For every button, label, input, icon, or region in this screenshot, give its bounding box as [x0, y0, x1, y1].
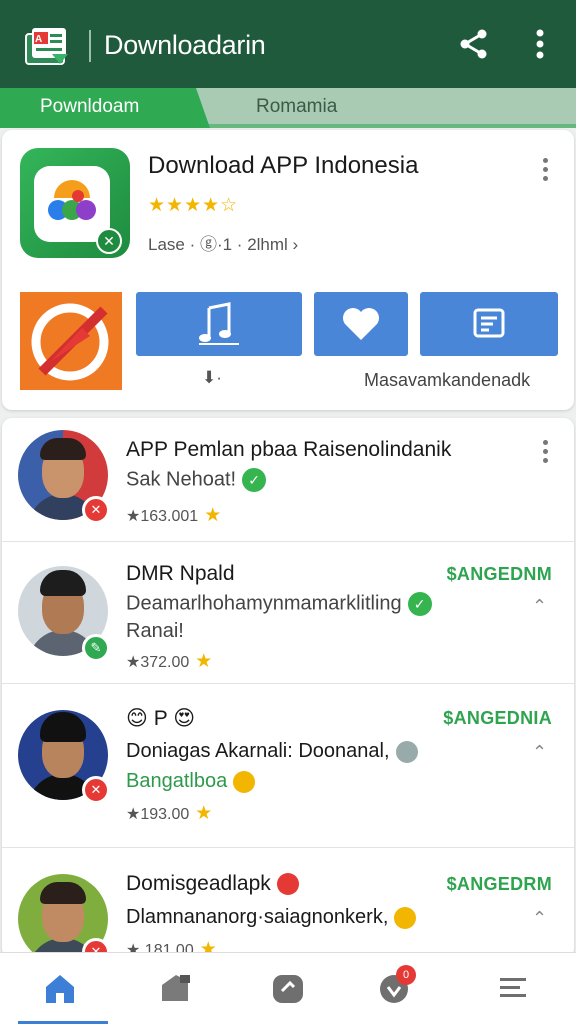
action-caption: Masavamkandenadk: [364, 370, 531, 390]
tab-downloads-label: Pownldoam: [40, 96, 140, 117]
featured-rating-stars: ★★★★☆: [148, 195, 239, 216]
list-item[interactable]: ✕ 😊 P 😍 $ANGEDNIA Doniagas Akarnali: Doo…: [2, 684, 574, 848]
app-bar: A Downloadarin: [0, 0, 576, 90]
apps-icon[interactable]: [158, 971, 198, 1007]
item-subtitle: Deamarlhohamynmamarklitling ✓: [126, 592, 432, 616]
badge-edit-icon: ✎: [82, 634, 110, 662]
playlist-icon: [473, 308, 505, 338]
item-price: $ANGEDRM: [446, 874, 552, 894]
item-title: Domisgeadlapk: [126, 872, 299, 896]
list-item[interactable]: ✕ Domisgeadlapk $ANGEDRM Dlamnananorg·sa…: [2, 848, 574, 958]
item-subtitle-2: Bangatlboa: [126, 770, 256, 793]
tab-underline: [0, 124, 576, 128]
list-item[interactable]: ✕ APP Pemlan pbaa Raisenolindanik Sak Ne…: [2, 418, 574, 542]
svg-text:A: A: [35, 34, 42, 45]
notifications-icon[interactable]: 0: [378, 965, 418, 1007]
chevron-up-icon[interactable]: ⌃: [532, 596, 554, 616]
no-entry-icon: [20, 292, 122, 390]
item-title: 😊 P 😍: [126, 707, 196, 730]
app-title: Downloadarin: [104, 30, 266, 60]
item-rating: ★193.00 ★: [126, 803, 213, 824]
list-item[interactable]: ✎ DMR Npald $ANGEDNM Deamarlhohamynmamar…: [2, 542, 574, 684]
tab-bar: Pownldoam Romamia: [0, 88, 576, 128]
playlist-button[interactable]: [420, 292, 558, 356]
chevron-up-icon[interactable]: ⌃: [532, 908, 554, 928]
badge-remove-icon: ✕: [82, 776, 110, 804]
featured-meta: Lase · ⓖ·1 · 2lhml ›: [148, 235, 299, 254]
promo-thumbnail[interactable]: [20, 292, 122, 390]
tab-downloads[interactable]: Pownldoam: [0, 88, 210, 128]
featured-app-title[interactable]: Download APP Indonesia: [148, 152, 418, 180]
alert-icon: [276, 873, 299, 896]
more-vertical-icon[interactable]: [526, 26, 554, 62]
badge-remove-icon: ✕: [82, 496, 110, 524]
item-subtitle: Doniagas Akarnali: Doonanal,: [126, 740, 418, 763]
item-subtitle: Sak Nehoat! ✓: [126, 468, 267, 492]
notification-count-badge: 0: [396, 965, 416, 985]
download-count: ⬇·: [202, 368, 222, 387]
music-button[interactable]: [136, 292, 302, 356]
favorite-button[interactable]: [314, 292, 408, 356]
badge-emoji-icon: [395, 740, 418, 763]
bottom-navigation: 0: [0, 952, 576, 1024]
appbar-divider: [89, 30, 91, 62]
games-icon[interactable]: [270, 971, 310, 1007]
share-icon[interactable]: [456, 26, 492, 62]
verified-icon: ✓: [407, 592, 432, 616]
tools-icon: ✕: [96, 228, 122, 254]
badge-emoji-icon: [394, 906, 417, 929]
item-title: APP Pemlan pbaa Raisenolindanik: [126, 438, 452, 461]
card-more-icon[interactable]: [538, 156, 552, 186]
app-logo-icon[interactable]: A: [22, 24, 74, 68]
item-rating: ★163.001 ★: [126, 505, 222, 526]
item-subtitle-2: Ranai!: [126, 620, 184, 642]
featured-app-icon[interactable]: ✕: [20, 148, 130, 258]
music-icon: [199, 302, 239, 345]
color-circles-icon: [48, 180, 96, 220]
item-price: $ANGEDNM: [446, 564, 552, 584]
menu-icon[interactable]: [496, 971, 536, 1007]
home-icon[interactable]: [42, 971, 82, 1007]
app-list: ✕ APP Pemlan pbaa Raisenolindanik Sak Ne…: [2, 418, 574, 958]
chevron-up-icon[interactable]: ⌃: [532, 742, 554, 762]
tab-romamia[interactable]: Romamia: [256, 96, 337, 118]
fire-icon: [233, 770, 256, 793]
item-price: $ANGEDNIA: [443, 708, 552, 728]
verified-icon: ✓: [242, 468, 267, 492]
item-subtitle: Dlamnananorg·saiagnonkerk,: [126, 906, 417, 929]
item-more-icon[interactable]: [538, 438, 552, 468]
item-rating: ★372.00 ★: [126, 651, 213, 672]
item-title: DMR Npald: [126, 562, 235, 585]
app-icon-tile: [34, 166, 110, 242]
heart-icon: [343, 308, 379, 340]
featured-app-card[interactable]: ✕ Download APP Indonesia ★★★★☆ Lase · ⓖ·…: [2, 130, 574, 410]
